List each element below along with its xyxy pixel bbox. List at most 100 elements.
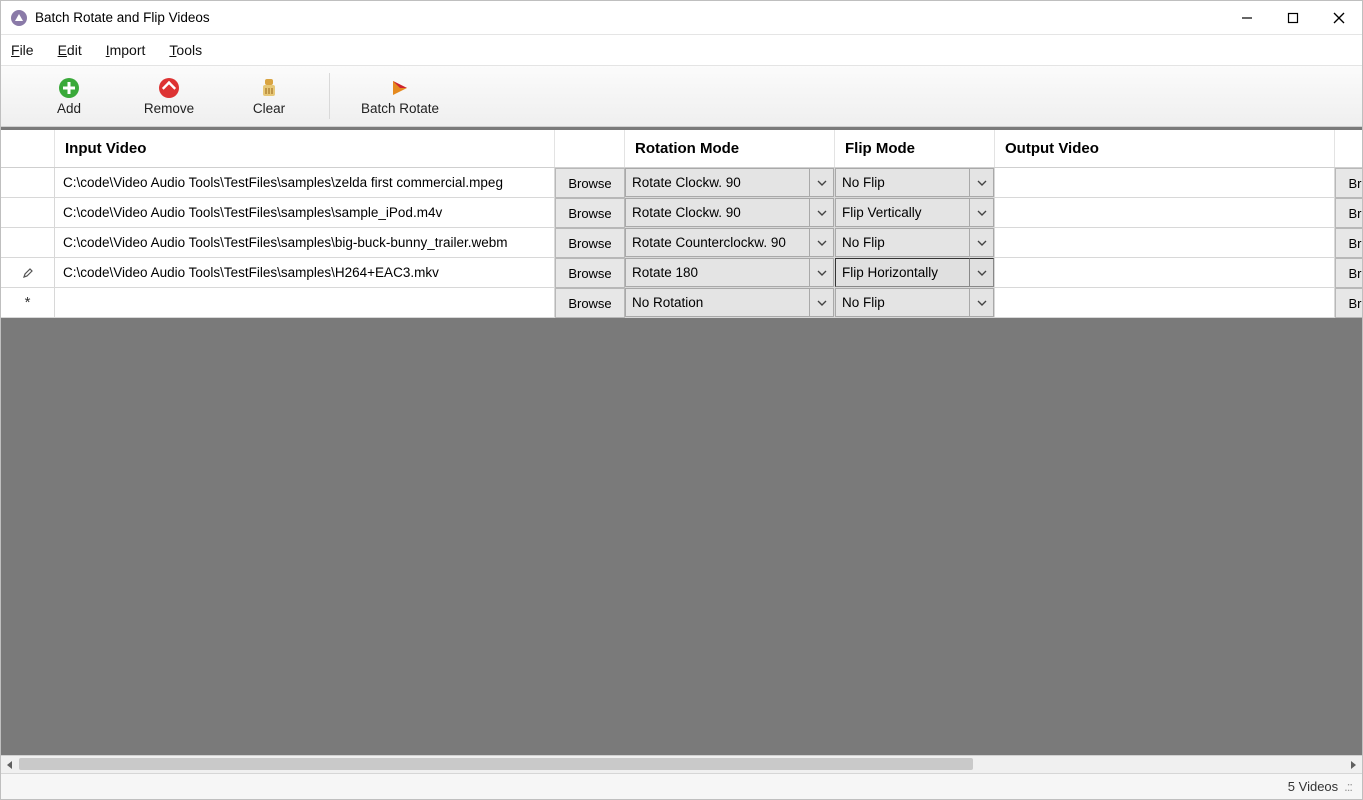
table-row[interactable]: C:\code\Video Audio Tools\TestFiles\samp… — [1, 228, 1362, 258]
browse-input-button[interactable]: Browse — [555, 258, 625, 288]
row-indicator — [1, 168, 55, 198]
input-video-cell[interactable]: C:\code\Video Audio Tools\TestFiles\samp… — [55, 258, 555, 288]
app-window: Batch Rotate and Flip Videos File Edit I… — [0, 0, 1363, 800]
rotation-value: Rotate Clockw. 90 — [625, 198, 810, 227]
output-video-cell[interactable] — [995, 168, 1335, 198]
flip-mode-cell[interactable]: No Flip — [835, 168, 995, 198]
title-bar: Batch Rotate and Flip Videos — [1, 1, 1362, 35]
browse-output-button[interactable]: Br — [1335, 228, 1362, 258]
header-browse-output[interactable] — [1335, 130, 1362, 167]
header-input-video[interactable]: Input Video — [55, 130, 555, 167]
minimize-button[interactable] — [1224, 1, 1270, 34]
rotation-value: No Rotation — [625, 288, 810, 317]
table-row[interactable]: C:\code\Video Audio Tools\TestFiles\samp… — [1, 198, 1362, 228]
flip-mode-cell[interactable]: Flip Vertically — [835, 198, 995, 228]
flip-value: No Flip — [835, 288, 970, 317]
horizontal-scrollbar[interactable] — [1, 755, 1362, 773]
row-indicator — [1, 258, 55, 288]
batch-rotate-label: Batch Rotate — [361, 101, 439, 116]
menu-tools[interactable]: Tools — [169, 42, 202, 58]
rotation-mode-cell[interactable]: Rotate 180 — [625, 258, 835, 288]
table-row[interactable]: C:\code\Video Audio Tools\TestFiles\samp… — [1, 258, 1362, 288]
add-button[interactable]: Add — [19, 68, 119, 124]
browse-input-button[interactable]: Browse — [555, 288, 625, 318]
row-indicator — [1, 198, 55, 228]
chevron-down-icon[interactable] — [970, 228, 994, 257]
window-title: Batch Rotate and Flip Videos — [35, 10, 1224, 25]
maximize-button[interactable] — [1270, 1, 1316, 34]
clear-button[interactable]: Clear — [219, 68, 319, 124]
chevron-down-icon[interactable] — [810, 198, 834, 227]
rotation-mode-cell[interactable]: Rotate Clockw. 90 — [625, 168, 835, 198]
flip-value: No Flip — [835, 168, 970, 197]
clear-label: Clear — [253, 101, 285, 116]
remove-icon — [158, 77, 180, 99]
chevron-down-icon[interactable] — [810, 168, 834, 197]
row-indicator — [1, 228, 55, 258]
status-video-count: 5 Videos — [1288, 779, 1338, 794]
flip-value: No Flip — [835, 228, 970, 257]
toolbar-separator — [329, 73, 330, 119]
header-output-video[interactable]: Output Video — [995, 130, 1335, 167]
output-video-cell[interactable] — [995, 228, 1335, 258]
chevron-down-icon[interactable] — [970, 288, 994, 317]
scroll-track[interactable] — [19, 756, 1344, 773]
rotation-mode-cell[interactable]: Rotate Counterclockw. 90 — [625, 228, 835, 258]
add-label: Add — [57, 101, 81, 116]
flip-mode-cell[interactable]: No Flip — [835, 228, 995, 258]
output-video-cell[interactable] — [995, 198, 1335, 228]
table-row[interactable]: C:\code\Video Audio Tools\TestFiles\samp… — [1, 168, 1362, 198]
chevron-down-icon[interactable] — [810, 258, 834, 287]
browse-input-button[interactable]: Browse — [555, 228, 625, 258]
chevron-down-icon[interactable] — [970, 258, 994, 287]
chevron-down-icon[interactable] — [810, 288, 834, 317]
resize-grip[interactable]: .:: — [1344, 779, 1352, 794]
flip-mode-cell[interactable]: Flip Horizontally — [835, 258, 995, 288]
batch-rotate-button[interactable]: Batch Rotate — [340, 68, 460, 124]
rotation-value: Rotate Clockw. 90 — [625, 168, 810, 197]
menu-import[interactable]: Import — [106, 42, 146, 58]
menu-file[interactable]: File — [11, 42, 34, 58]
scroll-thumb[interactable] — [19, 758, 973, 770]
browse-output-button[interactable]: Br — [1335, 168, 1362, 198]
flip-value: Flip Horizontally — [835, 258, 970, 287]
menu-edit[interactable]: Edit — [58, 42, 82, 58]
input-video-cell[interactable] — [55, 288, 555, 318]
header-indicator[interactable] — [1, 130, 55, 167]
add-icon — [58, 77, 80, 99]
header-flip-mode[interactable]: Flip Mode — [835, 130, 995, 167]
browse-input-button[interactable]: Browse — [555, 168, 625, 198]
rotation-mode-cell[interactable]: Rotate Clockw. 90 — [625, 198, 835, 228]
video-grid: Input Video Rotation Mode Flip Mode Outp… — [1, 127, 1362, 755]
header-rotation-mode[interactable]: Rotation Mode — [625, 130, 835, 167]
browse-output-button[interactable]: Br — [1335, 288, 1362, 318]
rotation-mode-cell[interactable]: No Rotation — [625, 288, 835, 318]
app-icon — [9, 8, 29, 28]
browse-output-button[interactable]: Br — [1335, 198, 1362, 228]
input-video-cell[interactable]: C:\code\Video Audio Tools\TestFiles\samp… — [55, 168, 555, 198]
row-indicator: * — [1, 288, 55, 318]
rotate-icon — [389, 77, 411, 99]
scroll-left-button[interactable] — [1, 756, 19, 773]
header-browse[interactable] — [555, 130, 625, 167]
input-video-cell[interactable]: C:\code\Video Audio Tools\TestFiles\samp… — [55, 198, 555, 228]
output-video-cell[interactable] — [995, 258, 1335, 288]
remove-button[interactable]: Remove — [119, 68, 219, 124]
table-row[interactable]: * BrowseNo Rotation No Flip Br — [1, 288, 1362, 318]
close-button[interactable] — [1316, 1, 1362, 34]
remove-label: Remove — [144, 101, 194, 116]
flip-value: Flip Vertically — [835, 198, 970, 227]
rotation-value: Rotate 180 — [625, 258, 810, 287]
chevron-down-icon[interactable] — [810, 228, 834, 257]
chevron-down-icon[interactable] — [970, 198, 994, 227]
grid-header: Input Video Rotation Mode Flip Mode Outp… — [1, 130, 1362, 168]
browse-input-button[interactable]: Browse — [555, 198, 625, 228]
clear-icon — [258, 77, 280, 99]
browse-output-button[interactable]: Br — [1335, 258, 1362, 288]
flip-mode-cell[interactable]: No Flip — [835, 288, 995, 318]
output-video-cell[interactable] — [995, 288, 1335, 318]
scroll-right-button[interactable] — [1344, 756, 1362, 773]
grid-body: C:\code\Video Audio Tools\TestFiles\samp… — [1, 168, 1362, 318]
input-video-cell[interactable]: C:\code\Video Audio Tools\TestFiles\samp… — [55, 228, 555, 258]
chevron-down-icon[interactable] — [970, 168, 994, 197]
